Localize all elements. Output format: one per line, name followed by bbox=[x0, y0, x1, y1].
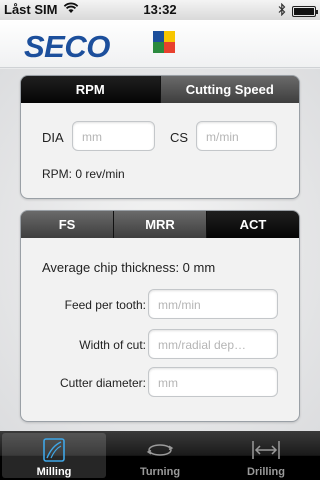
cs-label: CS bbox=[170, 130, 189, 145]
tab-drilling[interactable]: Drilling bbox=[214, 433, 318, 478]
turning-icon bbox=[145, 437, 175, 463]
seco-logo: SECO bbox=[24, 29, 110, 64]
clock: 13:32 bbox=[143, 2, 177, 17]
act-result: Average chip thickness: 0 mm bbox=[42, 260, 216, 275]
tab-turning[interactable]: Turning bbox=[108, 433, 212, 478]
tab-bar: Milling Turning Drilling bbox=[0, 431, 320, 480]
tab-mrr[interactable]: MRR bbox=[114, 211, 207, 238]
tab-milling[interactable]: Milling bbox=[2, 433, 106, 478]
tab-drilling-label: Drilling bbox=[247, 466, 285, 478]
app-header: SECO bbox=[0, 20, 320, 68]
width-of-cut-input[interactable]: mm/radial dep… bbox=[148, 329, 278, 359]
rpm-segmented-control: RPM Cutting Speed bbox=[21, 76, 299, 103]
chip-panel: FS MRR ACT Average chip thickness: 0 mm … bbox=[20, 210, 300, 422]
tab-rpm[interactable]: RPM bbox=[21, 76, 161, 103]
cutter-diameter-label: Cutter diameter: bbox=[59, 376, 146, 390]
tab-act[interactable]: ACT bbox=[207, 211, 299, 238]
tab-turning-label: Turning bbox=[139, 466, 181, 478]
width-of-cut-label: Width of cut: bbox=[79, 338, 146, 352]
rpm-result: RPM: 0 rev/min bbox=[42, 167, 125, 181]
chip-segmented-control: FS MRR ACT bbox=[21, 211, 299, 238]
cutter-diameter-input[interactable]: mm bbox=[148, 367, 278, 397]
drilling-icon bbox=[250, 437, 282, 463]
tab-milling-label: Milling bbox=[36, 466, 72, 478]
cs-input[interactable]: m/min bbox=[196, 121, 277, 151]
tab-fs[interactable]: FS bbox=[21, 211, 114, 238]
battery-icon bbox=[292, 5, 318, 17]
dia-label: DIA bbox=[42, 130, 64, 145]
rpm-panel: RPM Cutting Speed DIA mm CS m/min RPM: 0… bbox=[20, 75, 300, 199]
feed-per-tooth-label: Feed per tooth: bbox=[64, 298, 146, 312]
feed-per-tooth-input[interactable]: mm/min bbox=[148, 289, 278, 319]
status-right bbox=[278, 2, 318, 19]
bluetooth-icon bbox=[278, 2, 286, 19]
status-bar: Låst SIM 13:32 bbox=[0, 0, 320, 20]
milling-icon bbox=[43, 437, 65, 463]
tab-cutting-speed[interactable]: Cutting Speed bbox=[160, 76, 299, 103]
logo-mark-icon bbox=[153, 31, 175, 53]
dia-input[interactable]: mm bbox=[72, 121, 155, 151]
